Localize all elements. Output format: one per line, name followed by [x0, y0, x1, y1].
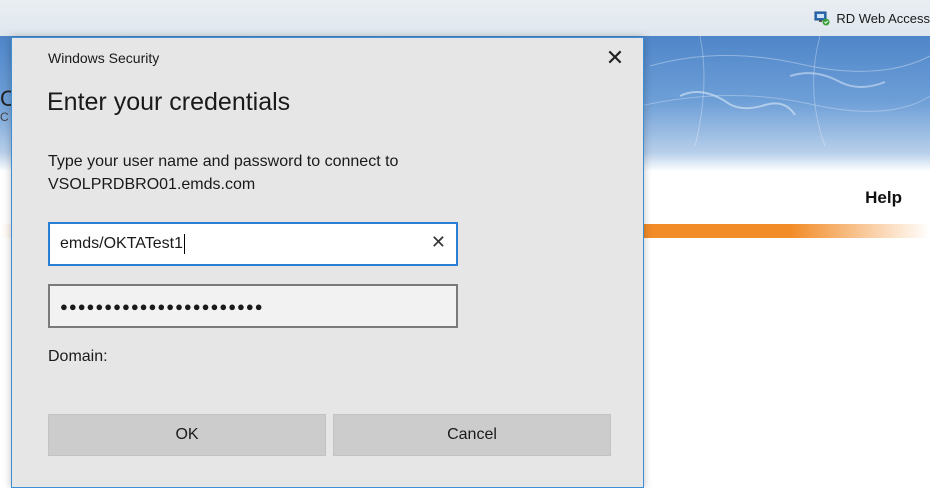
remote-desktop-icon [814, 11, 830, 26]
username-value: emds/OKTATest1 [60, 235, 183, 252]
domain-label: Domain: [48, 348, 108, 365]
dialog-title: Windows Security [48, 50, 160, 66]
rd-web-access-page: RD Web Access C C Help Windows Security … [0, 0, 930, 488]
rd-web-access-title: RD Web Access [814, 10, 930, 26]
top-bar: RD Web Access [0, 0, 930, 36]
close-icon: ✕ [605, 45, 625, 70]
dialog-prompt: Type your user name and password to conn… [48, 153, 399, 193]
close-button[interactable]: ✕ [601, 44, 629, 72]
password-field[interactable]: ●●●●●●●●●●●●●●●●●●●●●●● [48, 284, 458, 328]
password-mask: ●●●●●●●●●●●●●●●●●●●●●●● [60, 298, 264, 314]
rd-title-text: RD Web Access [836, 10, 930, 26]
text-caret [184, 234, 185, 254]
clear-text-icon[interactable]: ✕ [431, 232, 446, 253]
world-map-graphic [640, 36, 930, 146]
cancel-button[interactable]: Cancel [333, 414, 611, 456]
help-link[interactable]: Help [865, 188, 902, 208]
dialog-heading: Enter your credentials [47, 88, 291, 116]
credentials-dialog: Windows Security ✕ Enter your credential… [11, 37, 644, 488]
username-field[interactable]: emds/OKTATest1 ✕ [48, 222, 458, 266]
ok-button[interactable]: OK [48, 414, 326, 456]
